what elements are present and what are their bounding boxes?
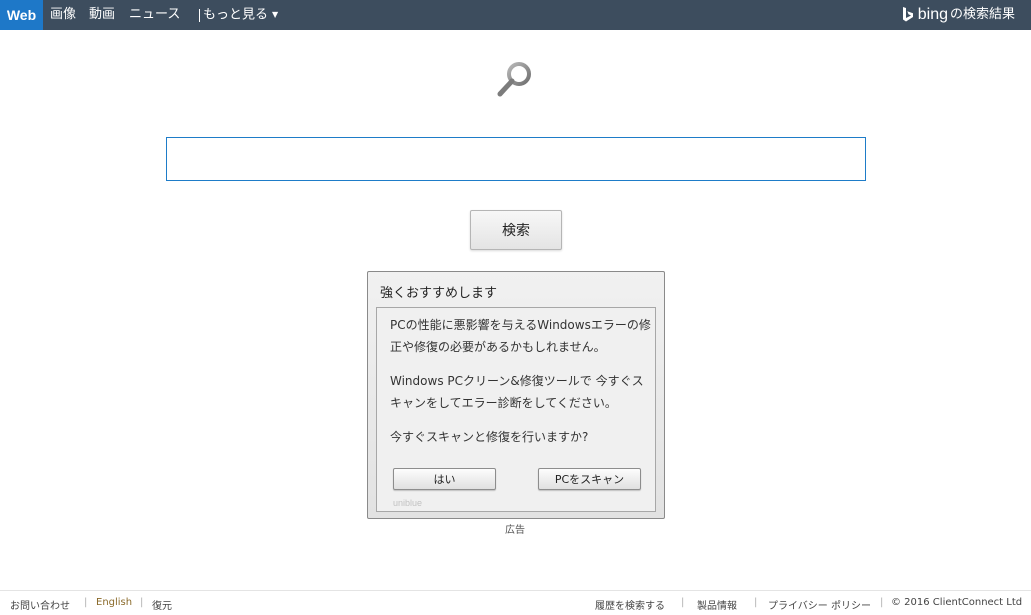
footer-separator: |: [681, 597, 685, 608]
dialog-paragraph-2: Windows PCクリーン&修復ツールで 今すぐスキャンをしてエラー診断をして…: [390, 374, 644, 410]
footer: お問い合わせ | English | 復元 履歴を検索する | 製品情報 | プ…: [0, 590, 1031, 615]
footer-separator: |: [84, 597, 88, 608]
footer-copyright: © 2016 ClientConnect Ltd: [891, 597, 1023, 608]
vendor-watermark: uniblue: [393, 498, 423, 508]
nav-tab-images[interactable]: 画像: [50, 0, 76, 30]
nav-tab-web[interactable]: Web: [0, 0, 43, 30]
footer-link-product-info[interactable]: 製品情報: [697, 597, 737, 612]
footer-separator: |: [754, 597, 758, 608]
search-button[interactable]: 検索: [470, 210, 562, 250]
footer-link-english[interactable]: English: [96, 597, 132, 608]
brand-suffix: の検索結果: [949, 7, 1015, 22]
footer-link-history[interactable]: 履歴を検索する: [595, 597, 665, 612]
footer-link-privacy[interactable]: プライバシー ポリシー: [768, 597, 871, 612]
recommendation-dialog: 強くおすすめします PCの性能に悪影響を与えるWindowsエラーの修正や修復の…: [367, 271, 665, 519]
footer-separator: |: [140, 597, 144, 608]
bing-brand: bing の検索結果: [902, 0, 1015, 30]
search-input[interactable]: [166, 137, 866, 181]
chevron-down-icon: ▼: [272, 10, 279, 19]
dialog-content-panel: PCの性能に悪影響を与えるWindowsエラーの修正や修復の必要があるかもしれま…: [376, 307, 656, 512]
nav-more-menu[interactable]: もっと見る ▼: [203, 0, 278, 30]
footer-link-contact[interactable]: お問い合わせ: [10, 597, 70, 612]
nav-more-label: もっと見る: [203, 7, 269, 23]
nav-tab-videos[interactable]: 動画: [89, 0, 115, 30]
yes-button[interactable]: はい: [393, 468, 496, 490]
ad-label: 広告: [505, 525, 525, 536]
footer-link-restore[interactable]: 復元: [152, 597, 172, 612]
dialog-title: 強くおすすめします: [380, 286, 498, 301]
footer-separator: |: [880, 597, 884, 608]
dialog-question: 今すぐスキャンと修復を行いますか?: [390, 430, 589, 444]
nav-tab-news[interactable]: ニュース: [129, 0, 180, 30]
nav-divider: [199, 9, 200, 22]
magnifier-icon: [497, 62, 531, 97]
dialog-paragraph-1: PCの性能に悪影響を与えるWindowsエラーの修正や修復の必要があるかもしれま…: [390, 318, 651, 354]
top-nav-bar: Web 画像 動画 ニュース もっと見る ▼ bing の検索結果: [0, 0, 1031, 30]
bing-logo-icon: [902, 7, 913, 22]
scan-pc-button[interactable]: PCをスキャン: [538, 468, 641, 490]
brand-name: bing: [917, 6, 948, 23]
